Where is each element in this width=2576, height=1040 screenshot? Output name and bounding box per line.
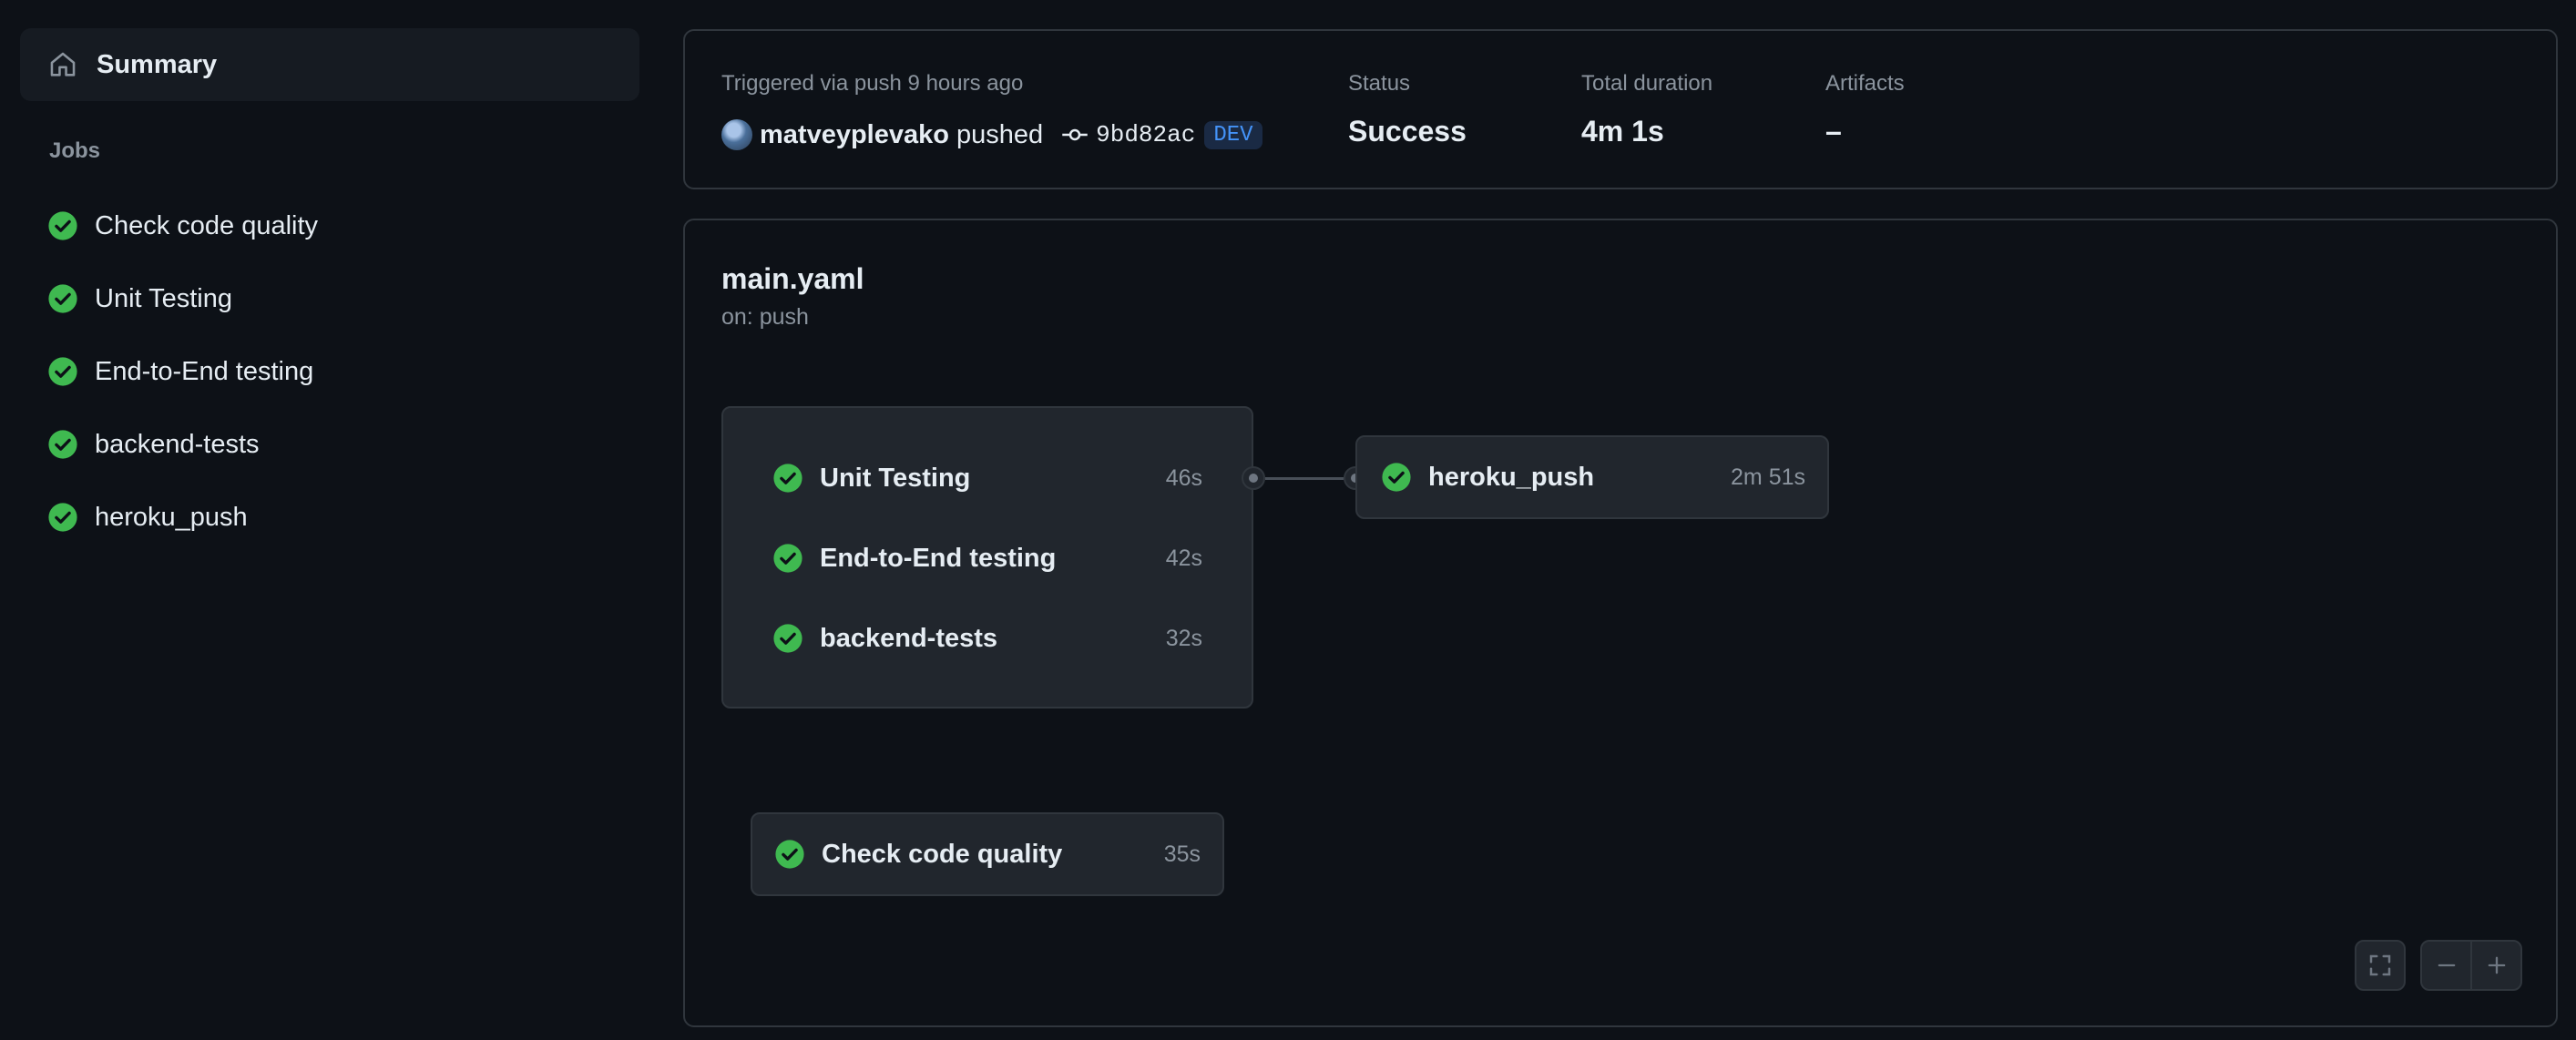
run-summary-panel: Triggered via push 9 hours ago matveyple… bbox=[683, 29, 2558, 189]
job-group-box: Unit Testing 46s End-to-End testing 42s … bbox=[721, 406, 1253, 709]
check-circle-icon bbox=[48, 211, 77, 240]
sidebar: Summary Jobs Check code quality Unit Tes… bbox=[0, 0, 656, 1040]
graph-job-unit-testing[interactable]: Unit Testing 46s bbox=[772, 455, 1202, 501]
zoom-in-button[interactable] bbox=[2470, 942, 2520, 989]
workflow-file-title[interactable]: main.yaml bbox=[721, 262, 864, 296]
check-circle-icon bbox=[775, 840, 804, 869]
check-circle-icon bbox=[773, 464, 802, 493]
zoom-controls bbox=[2420, 940, 2522, 991]
connector-line bbox=[1265, 477, 1344, 480]
commit-sha-link[interactable]: 9bd82ac bbox=[1096, 121, 1195, 148]
fullscreen-button[interactable] bbox=[2355, 940, 2406, 991]
check-circle-icon bbox=[1382, 463, 1411, 492]
graph-job-name: heroku_push bbox=[1428, 462, 1595, 492]
sidebar-job-label: Check code quality bbox=[95, 210, 319, 240]
jobs-heading: Jobs bbox=[49, 138, 101, 163]
check-circle-icon bbox=[48, 430, 77, 459]
duration-label: Total duration bbox=[1581, 71, 1713, 96]
graph-job-duration: 46s bbox=[1165, 464, 1202, 491]
sidebar-item-summary[interactable]: Summary bbox=[20, 28, 639, 101]
avatar[interactable] bbox=[721, 119, 752, 150]
graph-job-name: End-to-End testing bbox=[820, 543, 1057, 573]
sidebar-job-label: backend-tests bbox=[95, 429, 260, 459]
artifacts-label: Artifacts bbox=[1825, 71, 1905, 96]
zoom-in-icon bbox=[2488, 956, 2505, 974]
sidebar-item-heroku-push[interactable]: heroku_push bbox=[20, 485, 639, 549]
connector-out-dot bbox=[1242, 466, 1265, 490]
check-circle-icon bbox=[48, 503, 77, 532]
sidebar-job-label: Unit Testing bbox=[95, 283, 232, 313]
fullscreen-icon bbox=[2369, 954, 2391, 976]
sidebar-item-end-to-end-testing[interactable]: End-to-End testing bbox=[20, 340, 639, 403]
sidebar-item-check-code-quality[interactable]: Check code quality bbox=[20, 194, 639, 258]
check-circle-icon bbox=[773, 544, 802, 573]
git-commit-icon bbox=[1062, 128, 1088, 141]
graph-job-duration: 2m 51s bbox=[1731, 464, 1805, 490]
zoom-out-icon bbox=[2438, 964, 2455, 967]
status-label: Status bbox=[1348, 71, 1411, 96]
graph-job-name: Unit Testing bbox=[820, 463, 971, 493]
trigger-text: Triggered via push 9 hours ago bbox=[721, 71, 1024, 96]
branch-badge[interactable]: DEV bbox=[1204, 120, 1262, 149]
graph-job-duration: 42s bbox=[1165, 545, 1202, 571]
workflow-graph-panel: main.yaml on: push Unit Testing 46s End-… bbox=[683, 219, 2558, 1027]
sidebar-item-backend-tests[interactable]: backend-tests bbox=[20, 413, 639, 476]
workflow-trigger: on: push bbox=[721, 304, 809, 330]
duration-value: 4m 1s bbox=[1581, 115, 1664, 148]
sidebar-item-unit-testing[interactable]: Unit Testing bbox=[20, 267, 639, 331]
zoom-out-button[interactable] bbox=[2422, 942, 2470, 989]
graph-job-end-to-end-testing[interactable]: End-to-End testing 42s bbox=[772, 535, 1202, 581]
check-circle-icon bbox=[48, 284, 77, 313]
graph-job-name: Check code quality bbox=[822, 839, 1063, 869]
artifacts-value: – bbox=[1825, 115, 1842, 148]
graph-job-name: backend-tests bbox=[820, 623, 998, 653]
pushed-text: pushed bbox=[956, 119, 1044, 149]
pusher-row: matveyplevako pushed 9bd82ac DEV bbox=[721, 117, 1262, 153]
graph-job-check-code-quality[interactable]: Check code quality 35s bbox=[751, 812, 1224, 896]
graph-job-backend-tests[interactable]: backend-tests 32s bbox=[772, 616, 1202, 661]
actor-link[interactable]: matveyplevako bbox=[760, 120, 949, 150]
check-circle-icon bbox=[773, 624, 802, 653]
sidebar-summary-label: Summary bbox=[97, 49, 218, 79]
sidebar-job-label: heroku_push bbox=[95, 502, 248, 532]
graph-job-duration: 35s bbox=[1163, 841, 1201, 867]
check-circle-icon bbox=[48, 357, 77, 386]
sidebar-job-label: End-to-End testing bbox=[95, 356, 314, 386]
graph-job-duration: 32s bbox=[1165, 625, 1202, 651]
graph-job-heroku-push[interactable]: heroku_push 2m 51s bbox=[1355, 435, 1829, 519]
status-value: Success bbox=[1348, 115, 1467, 148]
home-icon bbox=[50, 52, 76, 76]
